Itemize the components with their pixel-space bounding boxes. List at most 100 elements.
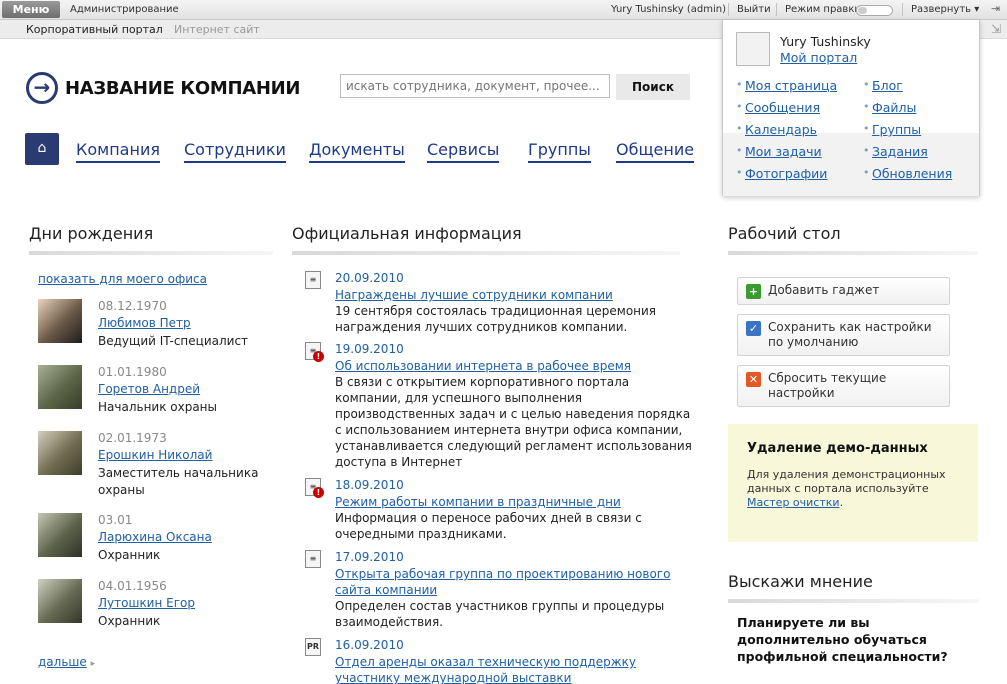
toolbar-divider [776, 3, 777, 16]
add-gadget-label: Добавить гаджет [768, 283, 880, 297]
home-icon[interactable]: ⌂ [25, 133, 59, 165]
birthdays-title: Дни рождения [29, 224, 154, 243]
assignments-link[interactable]: Задания [863, 144, 928, 159]
my-page-link[interactable]: Моя страница [736, 78, 837, 93]
section-divider [29, 251, 273, 255]
news-title-link[interactable]: Награждены лучшие сотрудники компании [335, 287, 697, 303]
my-portal-link[interactable]: Мой портал [780, 50, 857, 65]
more-birthdays-link[interactable]: дальше ▸ [38, 655, 95, 669]
cleanup-wizard-link[interactable]: Мастер очистки [747, 496, 840, 509]
employee-name-link[interactable]: Ларюхина Оксана [98, 530, 212, 544]
section-divider [728, 599, 978, 603]
news-text: 19 сентября состоялась традиционная цере… [335, 304, 657, 334]
avatar[interactable] [38, 299, 82, 343]
popup-shade [723, 133, 979, 196]
employee-name-link[interactable]: Горетов Андрей [98, 382, 200, 396]
news-date: 18.09.2010 [335, 478, 404, 492]
search-input[interactable] [340, 74, 610, 98]
section-divider [728, 251, 978, 255]
demo-removal-description: Для удаления демонстрационных данных с п… [747, 468, 946, 495]
news-date: 20.09.2010 [335, 271, 404, 285]
reset-settings-button[interactable]: ✕ Сбросить текущие настройки [737, 365, 950, 407]
nav-documents[interactable]: Документы [309, 140, 405, 163]
poll-question: Планируете ли вы дополнительно обучаться… [737, 615, 948, 664]
close-icon: ✕ [746, 372, 761, 387]
more-label: дальше [38, 655, 87, 669]
nav-employees[interactable]: Сотрудники [184, 140, 286, 163]
blog-link[interactable]: Блог [863, 78, 903, 93]
reset-settings-label: Сбросить текущие настройки [768, 371, 887, 400]
save-default-settings-button[interactable]: ✓ Сохранить как настройки по умолчанию [737, 314, 950, 356]
photos-link[interactable]: Фотографии [736, 166, 827, 181]
birth-date: 08.12.1970 [98, 299, 167, 313]
avatar[interactable] [38, 513, 82, 557]
updates-link[interactable]: Обновления [863, 166, 952, 181]
avatar[interactable] [38, 431, 82, 475]
poll-title: Выскажи мнение [728, 572, 873, 591]
expand-link[interactable]: Развернуть ▾ [911, 4, 979, 15]
pr-document-icon: PR [305, 638, 321, 656]
birth-date: 02.01.1973 [98, 431, 167, 445]
show-my-office-link[interactable]: показать для моего офиса [38, 272, 207, 286]
edit-mode-toggle[interactable] [856, 5, 893, 16]
news-date: 16.09.2010 [335, 638, 404, 652]
nav-groups[interactable]: Группы [528, 140, 591, 163]
avatar[interactable] [38, 365, 82, 409]
document-icon: ≡ [305, 271, 321, 289]
news-title-link[interactable]: Отдел аренды оказал техническую поддержк… [335, 654, 697, 684]
my-tasks-link[interactable]: Мои задачи [736, 144, 822, 159]
official-info-title: Официальная информация [292, 224, 522, 243]
messages-link[interactable]: Сообщения [736, 100, 820, 115]
news-title-link[interactable]: Об использовании интернета в рабочее вре… [335, 358, 697, 374]
news-date: 17.09.2010 [335, 550, 404, 564]
employee-role: Заместитель начальника охраны [98, 466, 259, 497]
section-divider [292, 251, 680, 255]
nav-company[interactable]: Компания [76, 140, 160, 163]
demo-removal-text: Для удаления демонстрационных данных с п… [747, 468, 962, 510]
search-button[interactable]: Поиск [616, 74, 690, 100]
employee-name-link[interactable]: Любимов Петр [98, 316, 191, 330]
employee-name-link[interactable]: Лутошкин Егор [98, 596, 195, 610]
corporate-portal-tab[interactable]: Корпоративный портал [26, 23, 163, 36]
nav-communication[interactable]: Общение [616, 140, 695, 163]
pin-icon[interactable]: ⇥ [991, 2, 1000, 15]
nav-services[interactable]: Сервисы [427, 140, 500, 163]
company-logo-icon[interactable]: → [26, 72, 58, 104]
employee-name-link[interactable]: Ерошкин Николай [98, 448, 212, 462]
add-gadget-button[interactable]: + Добавить гаджет [737, 277, 950, 305]
arrow-right-icon: ▸ [90, 659, 96, 669]
user-avatar-icon[interactable] [736, 32, 770, 66]
birth-date: 03.01 [98, 513, 133, 527]
birth-date: 04.01.1956 [98, 579, 167, 593]
important-document-icon: ≡! [305, 478, 324, 498]
calendar-link[interactable]: Календарь [736, 122, 817, 137]
toggle-knob [858, 7, 867, 14]
demo-removal-title: Удаление демо-данных [747, 441, 928, 456]
current-user-link[interactable]: Yury Tushinsky (admin) [611, 4, 726, 15]
employee-role: Охранник [98, 614, 161, 628]
birth-date: 01.01.1980 [98, 365, 167, 379]
toolbar-divider [728, 3, 729, 16]
document-icon: ≡ [305, 550, 321, 568]
employee-role: Ведущий IT-специалист [98, 334, 249, 348]
user-menu-popup: Yury Tushinsky Мой портал Моя страница С… [722, 20, 980, 196]
news-title-link[interactable]: Открыта рабочая группа по проектированию… [335, 566, 697, 598]
groups-link[interactable]: Группы [863, 122, 921, 137]
checkmark-icon: ✓ [746, 321, 761, 336]
avatar[interactable] [38, 579, 82, 623]
edit-mode-label: Режим правки [785, 4, 861, 15]
news-text: В связи с открытием корпоративного порта… [335, 375, 692, 469]
desktop-title: Рабочий стол [728, 224, 841, 243]
important-document-icon: ≡! [305, 342, 324, 362]
administration-link[interactable]: Администрирование [70, 4, 179, 15]
files-link[interactable]: Файлы [863, 100, 916, 115]
company-name[interactable]: НАЗВАНИЕ КОМПАНИИ [65, 78, 300, 99]
demo-removal-period: . [839, 496, 844, 509]
exit-icon[interactable]: ⇲ [991, 22, 1001, 36]
menu-button[interactable]: Меню [2, 1, 60, 18]
news-title-link[interactable]: Режим работы компании в праздничные дни [335, 494, 697, 510]
expand-label: Развернуть [911, 4, 972, 15]
toolbar-divider [902, 3, 903, 16]
logout-link[interactable]: Выйти [737, 4, 771, 15]
internet-site-tab[interactable]: Интернет сайт [174, 23, 260, 36]
